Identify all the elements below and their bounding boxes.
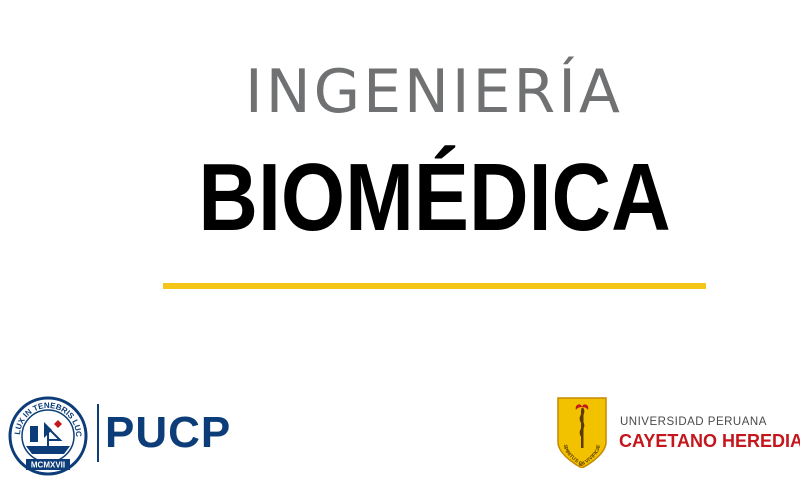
pucp-divider <box>97 404 99 462</box>
pucp-seal-icon: ET LUX IN TENEBRIS LUCET MCMXVII <box>8 396 88 476</box>
title-top: INGENIERÍA <box>245 57 623 127</box>
upch-logo: SPIRITUS QUI VIVIFICAT UNIVERSIDAD PERUA… <box>556 396 800 476</box>
upch-crest-icon: SPIRITUS QUI VIVIFICAT <box>557 397 607 468</box>
pucp-name: PUCP <box>105 408 232 457</box>
upch-name-line2: CAYETANO HEREDIA <box>619 431 800 451</box>
pucp-seal-year: MCMXVII <box>31 461 65 470</box>
title-main: BIOMÉDICA <box>198 144 671 251</box>
upch-name-line1: UNIVERSIDAD PERUANA <box>620 416 767 428</box>
title-underline <box>163 283 706 289</box>
